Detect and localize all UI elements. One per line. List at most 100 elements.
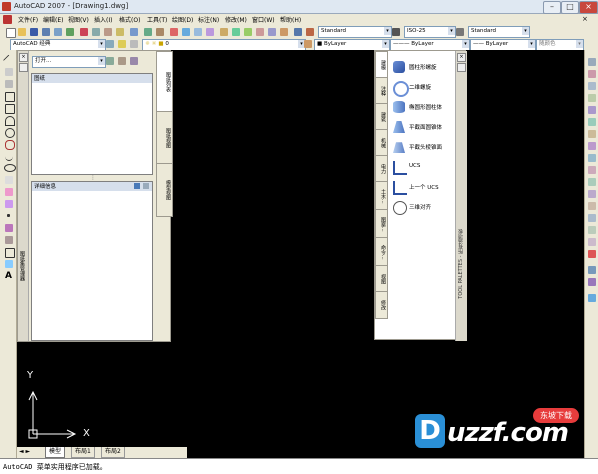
preview-view-icon[interactable] (143, 183, 149, 189)
workspace-settings-icon[interactable] (106, 40, 114, 48)
open-sheetset-select[interactable]: 打开... ▾ (32, 56, 106, 68)
sheetset-refresh-icon[interactable] (118, 57, 126, 65)
tool-palettes-icon[interactable] (244, 28, 252, 36)
open-icon[interactable] (18, 28, 26, 36)
offset-icon[interactable] (588, 94, 596, 102)
menu-draw[interactable]: 绘图(D) (172, 15, 193, 24)
tab-view[interactable]: 视图 (375, 265, 388, 293)
menu-close-icon[interactable]: × (582, 15, 588, 23)
break-at-point-icon[interactable] (588, 190, 596, 198)
sheetset-icon[interactable] (256, 28, 264, 36)
markup-icon[interactable] (268, 28, 276, 36)
chamfer-icon[interactable] (588, 226, 596, 234)
tab-sheet-list[interactable]: 图纸列表 (156, 51, 173, 113)
document-icon[interactable] (3, 15, 12, 24)
copy-icon[interactable] (92, 28, 100, 36)
extend-icon[interactable] (588, 178, 596, 186)
dim-style-select[interactable]: ISO-25 ▾ (404, 26, 456, 38)
mirror-icon[interactable] (588, 82, 596, 90)
save-icon[interactable] (30, 28, 38, 36)
array-icon[interactable] (588, 106, 596, 114)
explode-icon[interactable] (588, 250, 596, 258)
paste-icon[interactable] (104, 28, 112, 36)
table-icon[interactable] (5, 260, 13, 268)
ellipse-icon[interactable] (4, 164, 16, 172)
tab-civil[interactable]: 土木... (375, 181, 388, 211)
tab-layout1[interactable]: 布局1 (71, 447, 95, 458)
cut-icon[interactable] (80, 28, 88, 36)
region-icon[interactable] (5, 248, 15, 258)
menu-modify[interactable]: 修改(M) (225, 15, 247, 24)
arc-icon[interactable] (5, 116, 15, 126)
tool-palette-autohide-icon[interactable] (457, 63, 466, 72)
scale-icon[interactable] (588, 142, 596, 150)
zoom-realtime-icon[interactable] (182, 28, 190, 36)
tab-command[interactable]: 命令... (375, 237, 388, 267)
zoom-previous-icon[interactable] (206, 28, 214, 36)
layer-properties-icon[interactable] (118, 40, 126, 48)
tab-electrical[interactable]: 电力 (375, 155, 388, 183)
menu-dimension[interactable]: 标注(N) (198, 15, 219, 24)
text-to-front-icon[interactable] (588, 278, 596, 286)
sheets-tree-pane[interactable]: 图纸 (31, 73, 153, 175)
rectangle-icon[interactable] (5, 104, 15, 114)
block-editor-icon[interactable] (130, 28, 138, 36)
circle-icon[interactable] (5, 128, 15, 138)
erase-icon[interactable] (588, 58, 596, 66)
quickcalc-icon[interactable] (280, 28, 288, 36)
draw-order-icon[interactable] (588, 266, 596, 274)
publish-icon[interactable] (66, 28, 74, 36)
tab-layout2[interactable]: 布局2 (101, 447, 125, 458)
make-current-layer-icon[interactable] (304, 40, 312, 48)
table-style-select[interactable]: Standard ▾ (468, 26, 530, 38)
text-style-icon[interactable] (306, 28, 314, 36)
print-icon[interactable] (42, 28, 50, 36)
tab-sheet-views[interactable]: 图纸视图 (156, 111, 173, 165)
help-icon[interactable] (294, 28, 302, 36)
sheetset-options-icon[interactable] (106, 57, 114, 65)
plot-preview-icon[interactable] (54, 28, 62, 36)
fillet-icon[interactable] (588, 238, 596, 246)
tool-palette-close-icon[interactable]: × (457, 53, 466, 62)
pan-icon[interactable] (170, 28, 178, 36)
command-line[interactable]: AutoCAD 菜单实用程序已加载。 (0, 458, 598, 474)
point-icon[interactable] (7, 214, 10, 217)
sheetset-help-icon[interactable] (130, 57, 138, 65)
gradient-icon[interactable] (5, 236, 13, 244)
maximize-button[interactable]: □ (561, 1, 579, 14)
layer-state-icon[interactable] (130, 40, 138, 48)
polygon-icon[interactable] (5, 92, 15, 102)
tab-mechanical[interactable]: 机械 (375, 129, 388, 157)
minimize-button[interactable]: – (543, 1, 561, 14)
hatch-icon[interactable] (5, 224, 13, 232)
trim-icon[interactable] (588, 166, 596, 174)
close-button[interactable]: × (579, 1, 598, 14)
rotate-icon[interactable] (588, 130, 596, 138)
tab-modeling[interactable]: 建模 (375, 51, 388, 79)
tab-annotation[interactable]: 注释 (375, 77, 388, 105)
copy-object-icon[interactable] (588, 70, 596, 78)
tab-scroll-arrows[interactable]: ◄ ► (19, 448, 30, 455)
new-icon[interactable] (6, 28, 16, 38)
tab-model[interactable]: 模型 (45, 447, 66, 458)
table-style-icon[interactable] (456, 28, 464, 36)
dim-style-icon[interactable] (392, 28, 400, 36)
menu-edit[interactable]: 编辑(E) (43, 15, 63, 24)
menu-insert[interactable]: 插入(I) (94, 15, 112, 24)
undo-icon[interactable] (144, 28, 152, 36)
autocad-app-icon[interactable] (2, 2, 11, 11)
palette-autohide-icon[interactable] (19, 63, 28, 72)
palette-close-icon[interactable]: × (19, 53, 28, 62)
pane-splitter[interactable]: ⋮ (90, 174, 96, 181)
menu-view[interactable]: 视图(V) (68, 15, 89, 24)
move-icon[interactable] (588, 118, 596, 126)
dimension-icon[interactable] (588, 294, 596, 302)
ellipse-arc-icon[interactable] (5, 176, 13, 184)
properties-icon[interactable] (220, 28, 228, 36)
menu-file[interactable]: 文件(F) (18, 15, 38, 24)
tab-model-views[interactable]: 模型视图 (156, 163, 173, 217)
polyline-icon[interactable] (5, 80, 13, 88)
stretch-icon[interactable] (588, 154, 596, 162)
details-view-icon[interactable] (134, 183, 140, 189)
line-icon[interactable] (2, 54, 16, 67)
